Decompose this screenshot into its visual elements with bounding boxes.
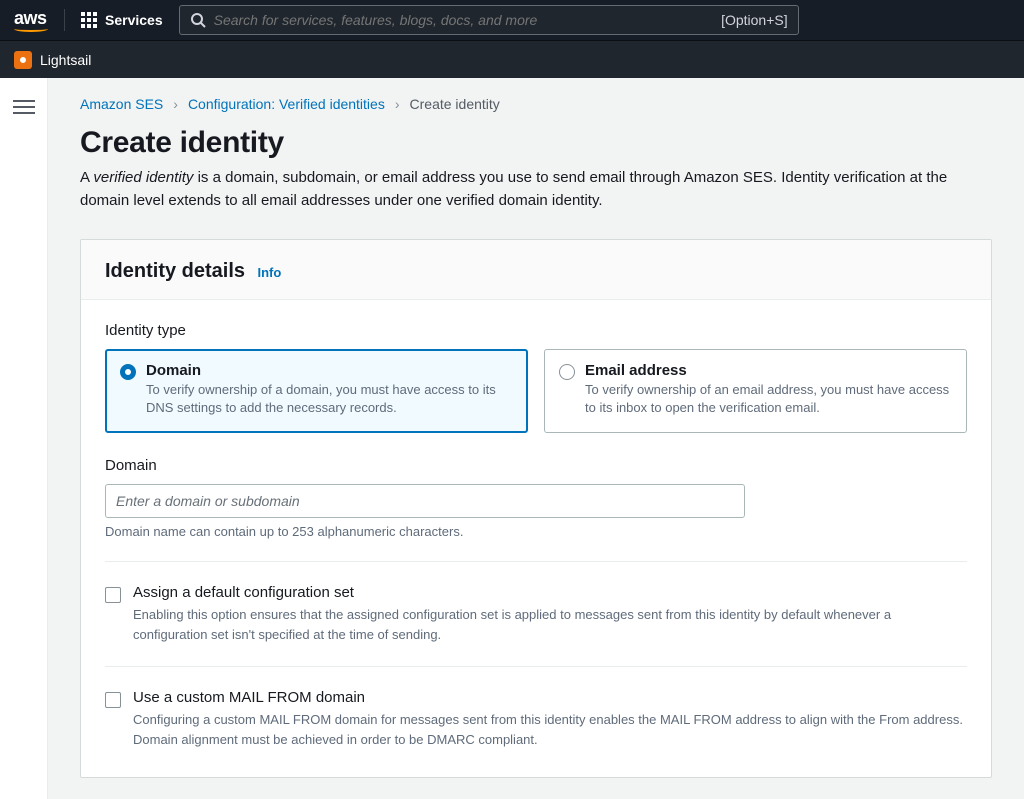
option-desc: To verify ownership of a domain, you mus… (146, 381, 513, 419)
chevron-right-icon: › (395, 96, 400, 112)
mail-from-checkbox[interactable] (105, 692, 121, 708)
domain-field-label: Domain (105, 457, 967, 474)
page-desc-em: verified identity (93, 169, 193, 186)
config-set-option: Assign a default configuration set Enabl… (105, 584, 967, 644)
hamburger-icon[interactable] (13, 96, 35, 118)
info-link[interactable]: Info (257, 265, 281, 280)
option-title: Email address (585, 362, 952, 379)
domain-input[interactable] (105, 484, 745, 518)
breadcrumb-current: Create identity (410, 96, 500, 112)
page-desc-suffix: is a domain, subdomain, or email address… (80, 169, 947, 209)
breadcrumb: Amazon SES › Configuration: Verified ide… (80, 96, 992, 112)
mail-from-title: Use a custom MAIL FROM domain (133, 689, 967, 706)
config-set-desc: Enabling this option ensures that the as… (133, 605, 967, 644)
global-nav: aws Services [Option+S] (0, 0, 1024, 40)
search-input[interactable] (214, 12, 721, 28)
identity-type-email-option[interactable]: Email address To verify ownership of an … (544, 349, 967, 434)
breadcrumb-link-ses[interactable]: Amazon SES (80, 96, 163, 112)
global-search[interactable]: [Option+S] (179, 5, 799, 35)
panel-body: Identity type Domain To verify ownership… (81, 300, 991, 778)
identity-type-label: Identity type (105, 322, 967, 339)
content-inner: Amazon SES › Configuration: Verified ide… (48, 78, 1024, 799)
nav-divider (64, 9, 65, 31)
page-desc-prefix: A (80, 169, 93, 186)
subnav-service-label[interactable]: Lightsail (40, 52, 91, 68)
chevron-right-icon: › (173, 96, 178, 112)
grid-icon (81, 12, 97, 28)
aws-logo-text: aws (14, 8, 47, 28)
option-desc: To verify ownership of an email address,… (585, 381, 952, 419)
option-title: Domain (146, 362, 513, 379)
panel-header: Identity details Info (81, 240, 991, 300)
identity-type-options: Domain To verify ownership of a domain, … (105, 349, 967, 434)
identity-details-panel: Identity details Info Identity type Doma… (80, 239, 992, 779)
identity-type-domain-option[interactable]: Domain To verify ownership of a domain, … (105, 349, 528, 434)
domain-hint: Domain name can contain up to 253 alphan… (105, 524, 967, 539)
main-layout: Amazon SES › Configuration: Verified ide… (0, 78, 1024, 799)
services-label: Services (105, 12, 163, 28)
mail-from-desc: Configuring a custom MAIL FROM domain fo… (133, 710, 967, 749)
search-icon (190, 12, 206, 28)
side-panel-toggle-area (0, 78, 48, 799)
service-subnav: Lightsail (0, 40, 1024, 78)
lightsail-icon (14, 51, 32, 69)
config-set-title: Assign a default configuration set (133, 584, 967, 601)
page-title: Create identity (80, 126, 992, 160)
radio-icon (120, 364, 136, 380)
services-menu-button[interactable]: Services (81, 12, 163, 28)
page-description: A verified identity is a domain, subdoma… (80, 166, 992, 213)
breadcrumb-link-verified-identities[interactable]: Configuration: Verified identities (188, 96, 385, 112)
content-scroll[interactable]: Amazon SES › Configuration: Verified ide… (48, 78, 1024, 799)
search-shortcut-hint: [Option+S] (721, 12, 788, 28)
config-set-checkbox[interactable] (105, 587, 121, 603)
radio-icon (559, 364, 575, 380)
aws-logo[interactable]: aws (14, 8, 48, 32)
divider (105, 666, 967, 667)
divider (105, 561, 967, 562)
mail-from-option: Use a custom MAIL FROM domain Configurin… (105, 689, 967, 749)
panel-heading: Identity details (105, 260, 245, 282)
